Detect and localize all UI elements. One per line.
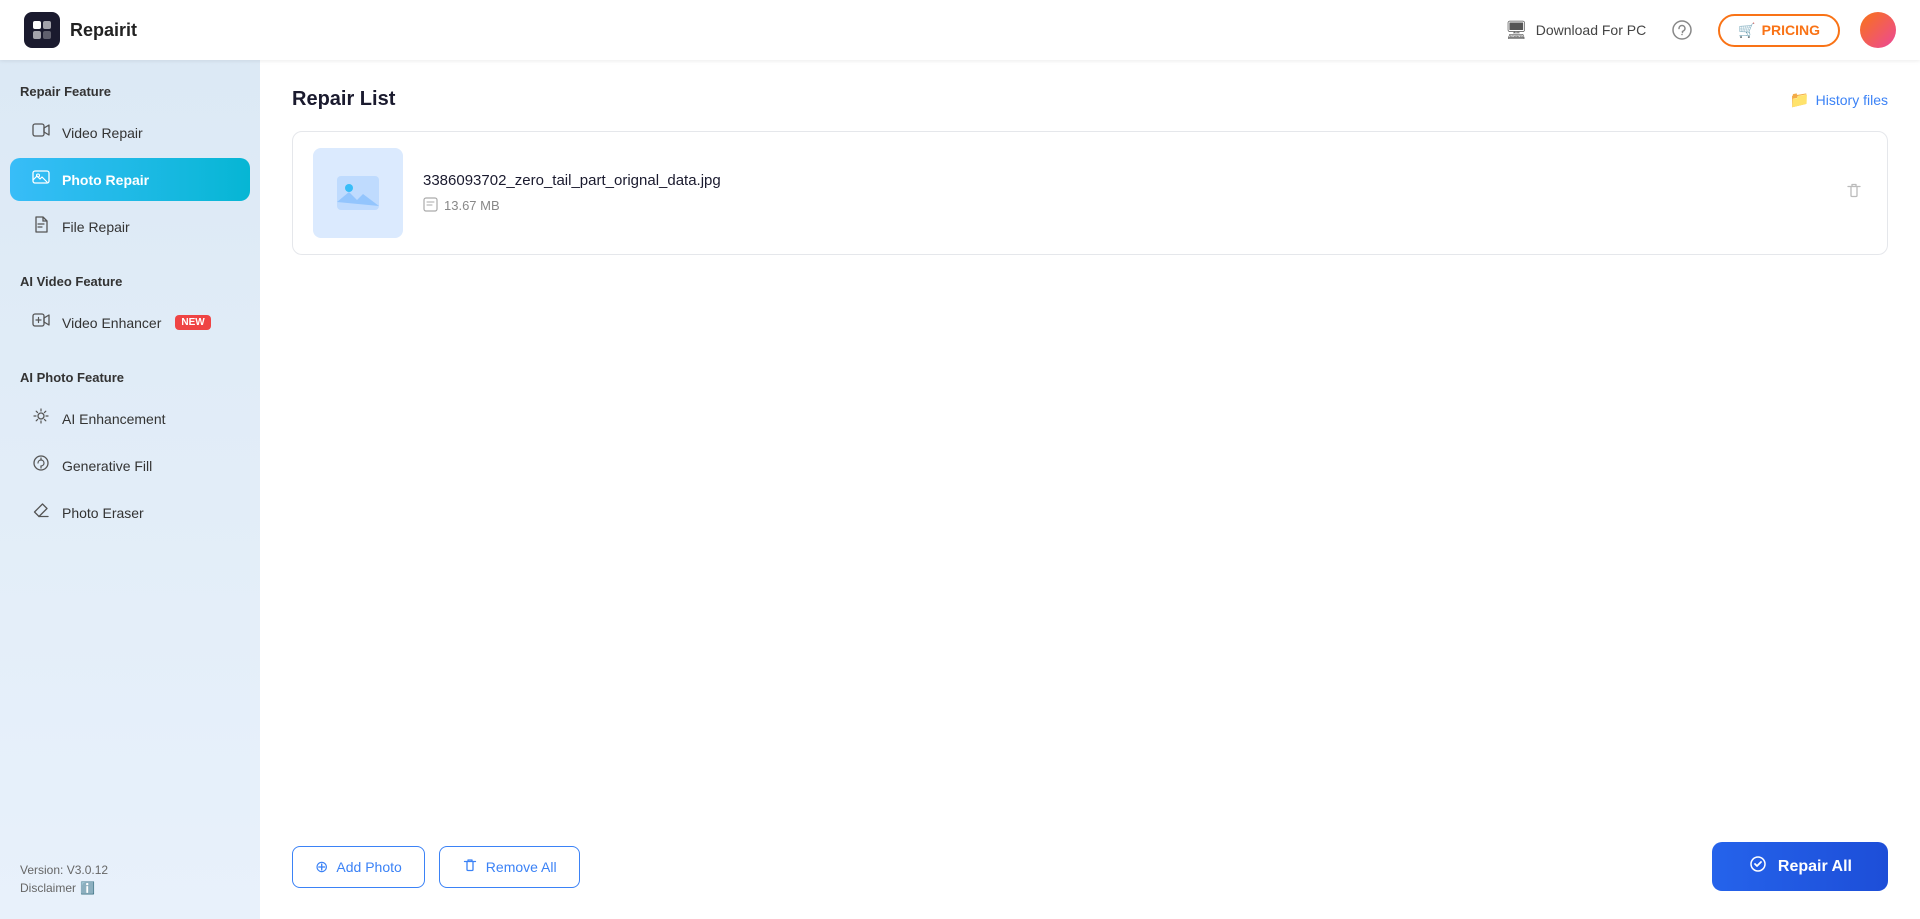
history-files-label: History files xyxy=(1816,92,1888,108)
download-pc-label: Download For PC xyxy=(1536,22,1647,38)
folder-icon: 📁 xyxy=(1790,90,1810,110)
remove-all-button[interactable]: Remove All xyxy=(439,846,580,888)
file-thumb-icon xyxy=(333,168,383,218)
file-thumbnail xyxy=(313,148,403,238)
content-area: Repair List 📁 History files 3386093702_z… xyxy=(260,60,1920,919)
sidebar-item-video-repair[interactable]: Video Repair xyxy=(10,111,250,154)
sidebar-item-label-file-repair: File Repair xyxy=(62,219,130,235)
add-photo-button[interactable]: ⊕ Add Photo xyxy=(292,846,425,888)
sidebar-item-label-photo-eraser: Photo Eraser xyxy=(62,505,144,521)
sidebar-section-repair-feature: Repair Feature xyxy=(0,84,260,109)
cart-icon: 🛒 xyxy=(1738,22,1755,39)
add-icon: ⊕ xyxy=(315,857,328,877)
header-actions: 🖥 Download For PC 🛒 PRICING xyxy=(1505,12,1896,48)
file-size: 13.67 MB xyxy=(444,198,500,213)
sidebar-section-ai-photo: AI Photo Feature xyxy=(0,370,260,395)
app-header: Repairit 🖥 Download For PC 🛒 PRICING xyxy=(0,0,1920,60)
repair-all-label: Repair All xyxy=(1778,858,1852,876)
video-repair-icon xyxy=(30,121,52,144)
sidebar-item-video-enhancer[interactable]: Video Enhancer NEW xyxy=(10,301,250,344)
sidebar: Repair Feature Video Repair Photo Repair xyxy=(0,60,260,919)
sidebar-item-label-generative-fill: Generative Fill xyxy=(62,458,152,474)
delete-file-button[interactable] xyxy=(1841,178,1867,209)
sidebar-section-ai-video: AI Video Feature xyxy=(0,274,260,299)
file-repair-icon xyxy=(30,215,52,238)
sidebar-item-file-repair[interactable]: File Repair xyxy=(10,205,250,248)
info-icon: ℹ️ xyxy=(80,881,95,895)
trash-icon-btn xyxy=(462,857,478,876)
repair-list: 3386093702_zero_tail_part_orignal_data.j… xyxy=(292,131,1888,822)
disclaimer-text[interactable]: Disclaimer ℹ️ xyxy=(20,881,240,895)
trash-icon xyxy=(1845,182,1863,200)
logo: Repairit xyxy=(24,12,137,48)
repair-icon xyxy=(1748,854,1768,879)
avatar[interactable] xyxy=(1860,12,1896,48)
sidebar-item-label-ai-enhancement: AI Enhancement xyxy=(62,411,166,427)
photo-eraser-icon xyxy=(30,501,52,524)
sidebar-item-label-video-repair: Video Repair xyxy=(62,125,143,141)
remove-all-label: Remove All xyxy=(486,859,557,875)
main-layout: Repair Feature Video Repair Photo Repair xyxy=(0,60,1920,919)
file-size-row: 13.67 MB xyxy=(423,197,1867,215)
sidebar-item-generative-fill[interactable]: Generative Fill xyxy=(10,444,250,487)
file-info: 3386093702_zero_tail_part_orignal_data.j… xyxy=(423,172,1867,215)
repair-all-button[interactable]: Repair All xyxy=(1712,842,1888,891)
generative-fill-icon xyxy=(30,454,52,477)
ai-enhancement-icon xyxy=(30,407,52,430)
sidebar-item-ai-enhancement[interactable]: AI Enhancement xyxy=(10,397,250,440)
monitor-icon: 🖥 xyxy=(1505,20,1528,41)
headset-icon xyxy=(1671,19,1693,41)
sidebar-footer: Version: V3.0.12 Disclaimer ℹ️ xyxy=(0,847,260,903)
version-text: Version: V3.0.12 xyxy=(20,863,240,877)
sidebar-item-photo-repair[interactable]: Photo Repair xyxy=(10,158,250,201)
logo-text: Repairit xyxy=(70,20,137,41)
sidebar-item-label-video-enhancer: Video Enhancer xyxy=(62,315,161,331)
sidebar-item-photo-eraser[interactable]: Photo Eraser xyxy=(10,491,250,534)
file-name: 3386093702_zero_tail_part_orignal_data.j… xyxy=(423,172,1867,189)
photo-repair-icon xyxy=(30,168,52,191)
video-enhancer-icon xyxy=(30,311,52,334)
page-title: Repair List xyxy=(292,88,395,111)
download-pc-button[interactable]: 🖥 Download For PC xyxy=(1505,20,1646,41)
new-badge: NEW xyxy=(175,315,210,330)
bottom-toolbar: ⊕ Add Photo Remove All xyxy=(292,822,1888,891)
logo-icon xyxy=(24,12,60,48)
file-card: 3386093702_zero_tail_part_orignal_data.j… xyxy=(292,131,1888,255)
history-files-link[interactable]: 📁 History files xyxy=(1790,90,1888,110)
pricing-button[interactable]: 🛒 PRICING xyxy=(1718,14,1840,47)
add-photo-label: Add Photo xyxy=(336,859,401,875)
bottom-left-buttons: ⊕ Add Photo Remove All xyxy=(292,846,580,888)
file-size-icon xyxy=(423,197,438,215)
content-header: Repair List 📁 History files xyxy=(292,88,1888,111)
pricing-label: PRICING xyxy=(1762,22,1820,38)
sidebar-item-label-photo-repair: Photo Repair xyxy=(62,172,149,188)
help-button[interactable] xyxy=(1666,14,1698,46)
